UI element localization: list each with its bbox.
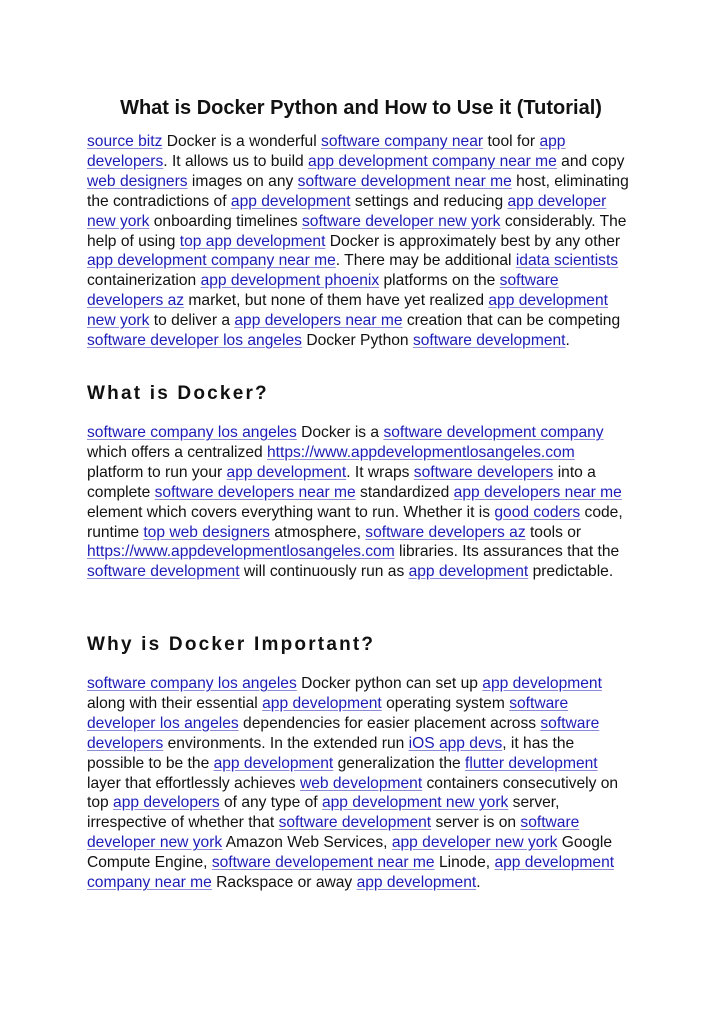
body-text: standardized: [355, 483, 454, 501]
inline-link[interactable]: app development: [482, 675, 602, 692]
body-text: generalization the: [333, 754, 466, 772]
inline-link[interactable]: top web designers: [143, 524, 270, 541]
inline-link[interactable]: app development: [409, 563, 529, 580]
body-text: . There may be additional: [335, 252, 516, 270]
inline-link[interactable]: software development: [279, 814, 432, 831]
body-text: .: [476, 874, 481, 892]
inline-link[interactable]: app development company near me: [308, 153, 557, 170]
body-text: Docker is approximately best by any othe…: [325, 232, 621, 250]
body-text: Docker Python: [301, 332, 413, 350]
inline-link[interactable]: https://www.appdevelopmentlosangeles.com: [267, 444, 575, 461]
inline-link[interactable]: web designers: [87, 173, 188, 190]
body-text: to deliver a: [149, 312, 235, 330]
body-text: element which covers everything want to …: [87, 503, 495, 521]
body-text: . It allows us to build: [163, 152, 309, 170]
inline-link[interactable]: software development: [413, 332, 566, 349]
section-heading-what-is-docker: What is Docker?: [87, 383, 269, 404]
body-text: Docker python can set up: [296, 675, 483, 692]
body-text: images on any: [187, 172, 298, 190]
inline-link[interactable]: app development: [227, 464, 347, 481]
inline-link[interactable]: software company los angeles: [87, 424, 297, 441]
body-text: operating system: [381, 694, 510, 712]
body-text: dependencies for easier placement across: [238, 714, 541, 732]
inline-link[interactable]: software company los angeles: [87, 675, 297, 692]
inline-link[interactable]: app development company near me: [87, 252, 336, 269]
inline-link[interactable]: software developement near me: [212, 854, 435, 871]
inline-link[interactable]: app development: [357, 874, 477, 891]
inline-link[interactable]: web development: [300, 775, 422, 792]
body-text: atmosphere,: [269, 523, 366, 541]
body-text: . It wraps: [346, 463, 414, 481]
inline-link[interactable]: app development: [262, 695, 382, 712]
body-text: Amazon Web Services,: [222, 834, 392, 852]
body-text: along with their essential: [87, 694, 263, 712]
body-text: libraries. Its assurances that the: [394, 543, 620, 561]
inline-link[interactable]: software company near: [321, 133, 483, 150]
inline-link[interactable]: https://www.appdevelopmentlosangeles.com: [87, 543, 395, 560]
body-text: Docker is a: [296, 424, 384, 441]
body-text: platforms on the: [379, 272, 500, 290]
inline-link[interactable]: software developer los angeles: [87, 332, 302, 349]
body-text: .: [565, 332, 570, 350]
body-text: creation that can be competing: [402, 312, 621, 330]
body-text: predictable.: [528, 563, 614, 581]
what-is-docker-paragraph: software company los angeles Docker is a…: [87, 423, 635, 582]
inline-link[interactable]: app developer new york: [392, 834, 558, 851]
inline-link[interactable]: app development new york: [322, 794, 508, 811]
inline-link[interactable]: software development company: [383, 424, 603, 441]
body-text: environments. In the extended run: [163, 734, 409, 752]
inline-link[interactable]: software development: [87, 563, 240, 580]
body-text: and copy: [556, 152, 625, 170]
body-text: server is on: [431, 814, 521, 832]
document-title: What is Docker Python and How to Use it …: [120, 97, 602, 119]
body-text: will continuously run as: [239, 563, 409, 581]
inline-link[interactable]: app developers near me: [234, 312, 402, 329]
body-text: tools or: [525, 523, 582, 541]
section-heading-why-docker-important: Why is Docker Important?: [87, 634, 376, 655]
body-text: layer that effortlessly achieves: [87, 774, 300, 792]
body-text: onboarding timelines: [149, 212, 302, 230]
inline-link[interactable]: top app development: [180, 233, 326, 250]
body-text: containerization: [87, 272, 201, 290]
inline-link[interactable]: source bitz: [87, 133, 162, 150]
inline-link[interactable]: app development: [231, 193, 351, 210]
inline-link[interactable]: software developer new york: [302, 213, 501, 230]
body-text: Docker is a wonderful: [162, 133, 322, 150]
inline-link[interactable]: app development: [214, 755, 334, 772]
inline-link[interactable]: idata scientists: [516, 252, 618, 269]
body-text: Linode,: [434, 854, 495, 872]
inline-link[interactable]: app developers near me: [454, 484, 622, 501]
body-text: platform to run your: [87, 463, 227, 481]
inline-link[interactable]: software development near me: [298, 173, 512, 190]
body-text: which offers a centralized: [87, 443, 267, 461]
inline-link[interactable]: iOS app devs: [409, 735, 503, 752]
inline-link[interactable]: software developers: [414, 464, 554, 481]
inline-link[interactable]: app developers: [113, 794, 220, 811]
inline-link[interactable]: software developers az: [365, 524, 525, 541]
body-text: tool for: [483, 133, 540, 150]
inline-link[interactable]: app development phoenix: [201, 272, 380, 289]
inline-link[interactable]: good coders: [494, 504, 580, 521]
intro-paragraph: source bitz Docker is a wonderful softwa…: [87, 132, 635, 351]
inline-link[interactable]: flutter development: [465, 755, 598, 772]
why-docker-important-paragraph: software company los angeles Docker pyth…: [87, 674, 635, 893]
body-text: Rackspace or away: [211, 874, 357, 892]
body-text: of any type of: [219, 794, 322, 812]
body-text: market, but none of them have yet realiz…: [184, 292, 489, 310]
inline-link[interactable]: software developers near me: [155, 484, 356, 501]
body-text: settings and reducing: [350, 192, 508, 210]
